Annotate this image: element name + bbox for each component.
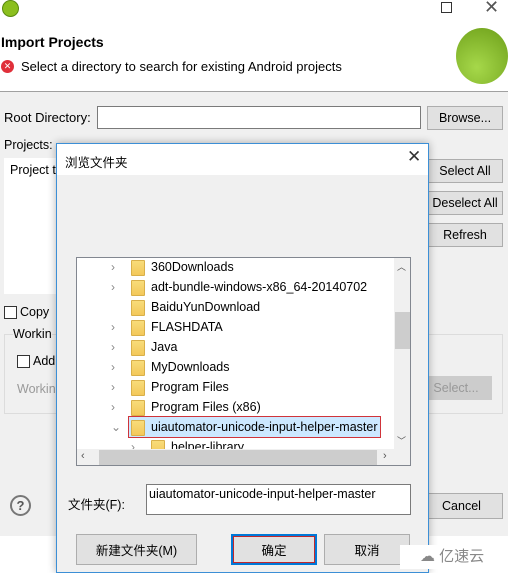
vertical-scrollbar[interactable]: ︿ ﹀ — [394, 258, 410, 449]
dialog-close-icon[interactable]: ✕ — [407, 147, 421, 167]
chevron-right-icon[interactable]: › — [111, 377, 115, 397]
close-button[interactable]: ✕ — [484, 0, 499, 18]
tree-item-label: Program Files (x86) — [151, 400, 261, 414]
chevron-down-icon[interactable]: ⌄ — [111, 417, 121, 437]
tree-item[interactable]: › MyDownloads — [77, 357, 394, 377]
dialog-title: 浏览文件夹 — [65, 156, 128, 170]
dialog-cancel-button[interactable]: 取消 — [324, 534, 410, 565]
chevron-right-icon[interactable]: › — [111, 337, 115, 357]
select-all-button[interactable]: Select All — [427, 159, 503, 183]
folder-tree[interactable]: › 360Downloads › adt-bundle-windows-x86_64-… — [76, 257, 411, 466]
watermark-text: 亿速云 — [439, 548, 485, 565]
tree-item[interactable]: ⌄ uiautomator-unicode-input-helper-master — [77, 416, 394, 438]
tree-item[interactable]: › adt-bundle-windows-x86_64-20140702 — [77, 277, 394, 297]
horizontal-scrollbar-thumb[interactable] — [99, 450, 377, 465]
working-label: Workin — [17, 382, 56, 396]
folder-icon — [131, 319, 145, 336]
tree-item-label: Java — [151, 340, 178, 354]
copy-checkbox[interactable] — [4, 306, 17, 319]
tree-item[interactable]: › Java — [77, 337, 394, 357]
tree-item-label: Program Files — [151, 380, 229, 394]
chevron-right-icon[interactable]: › — [111, 357, 115, 377]
tree-item[interactable]: BaiduYunDownload — [77, 297, 394, 317]
working-sets-label: Workin — [13, 327, 52, 341]
tree-item-label: adt-bundle-windows-x86_64-20140702 — [151, 280, 368, 294]
root-directory-label: Root Directory: — [4, 110, 91, 125]
browse-folder-dialog: 浏览文件夹 ✕ › 360Downloads › adt-bundle-windows… — [56, 143, 429, 573]
project-column-header: Project t — [10, 163, 56, 177]
tree-item-label: BaiduYunDownload — [151, 300, 261, 314]
deselect-all-button[interactable]: Deselect All — [427, 191, 503, 215]
chevron-right-icon[interactable]: › — [111, 317, 115, 337]
folder-icon — [131, 259, 145, 276]
error-icon: ✕ — [1, 60, 14, 73]
tree-item[interactable]: › FLASHDATA — [77, 317, 394, 337]
tree-item[interactable]: › Program Files (x86) — [77, 397, 394, 417]
tree-item[interactable]: › Program Files — [77, 377, 394, 397]
folder-icon — [131, 399, 145, 416]
page-title: Import Projects — [1, 34, 104, 50]
cancel-button[interactable]: Cancel — [420, 493, 503, 519]
new-folder-button[interactable]: 新建文件夹(M) — [76, 534, 197, 565]
horizontal-scrollbar[interactable]: ‹ › — [77, 449, 410, 465]
folder-icon — [131, 419, 145, 436]
chevron-right-icon[interactable]: › — [111, 277, 115, 297]
add-working-set-checkbox[interactable] — [17, 355, 30, 368]
help-icon[interactable]: ? — [10, 495, 31, 516]
cloud-logo-icon: ☁ — [420, 548, 435, 565]
maximize-button[interactable] — [441, 2, 452, 13]
folder-icon — [131, 279, 145, 296]
folder-icon — [131, 299, 145, 316]
root-directory-input[interactable] — [97, 106, 421, 129]
tree-item-label: 360Downloads — [151, 260, 234, 274]
tree-item-label: FLASHDATA — [151, 320, 223, 334]
folder-icon — [131, 359, 145, 376]
tree-item[interactable]: › 360Downloads — [77, 258, 394, 277]
chevron-right-icon[interactable]: › — [111, 397, 115, 417]
projects-table — [4, 158, 64, 294]
folder-input[interactable] — [146, 484, 411, 515]
scrollbar-thumb[interactable] — [395, 312, 410, 349]
browse-button[interactable]: Browse... — [427, 106, 503, 130]
tree-item-label: MyDownloads — [151, 360, 230, 374]
watermark: ☁ 亿速云 — [400, 545, 508, 569]
select-working-set-button[interactable]: Select... — [420, 376, 492, 400]
chevron-right-icon[interactable]: › — [111, 258, 115, 277]
folder-icon — [131, 379, 145, 396]
android-logo — [456, 28, 508, 84]
add-label: Add — [33, 354, 56, 368]
projects-label: Projects: — [4, 138, 53, 152]
status-message: Select a directory to search for existin… — [21, 59, 342, 74]
refresh-button[interactable]: Refresh — [427, 223, 503, 247]
folder-icon — [131, 339, 145, 356]
copy-label: Copy — [20, 305, 50, 319]
app-icon — [2, 0, 19, 17]
folder-label: 文件夹(F): — [68, 498, 125, 512]
tree-item-label: uiautomator-unicode-input-helper-master — [151, 420, 378, 434]
ok-button[interactable]: 确定 — [231, 534, 317, 565]
